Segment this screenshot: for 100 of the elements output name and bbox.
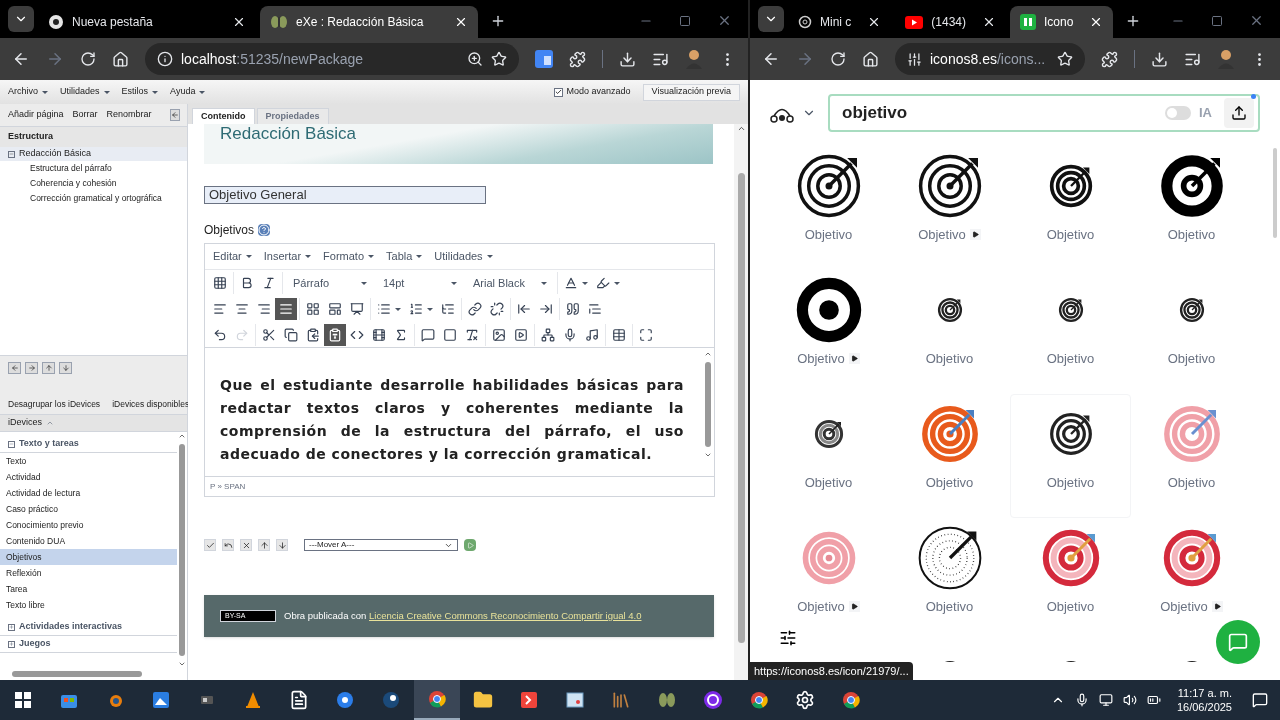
icon-result[interactable]: Objetivo	[1131, 394, 1252, 518]
icon-result[interactable]: Objetivo	[768, 146, 889, 270]
banner-title: Redacción Básica	[220, 124, 357, 143]
idevice-item[interactable]: Conocimiento previo	[0, 517, 177, 533]
title-field[interactable]: Objetivo General	[204, 186, 486, 204]
clock-time: 11:17 a. m.	[1177, 686, 1232, 700]
tab-title: (1434)	[931, 14, 967, 31]
section-label: Objetivos	[204, 222, 255, 239]
idevice-item[interactable]: Actividad de lectura	[0, 485, 177, 501]
panel-tab[interactable]: iDevices disponibles	[112, 397, 190, 411]
element-path: P » SPAN	[210, 480, 246, 493]
editor-menu[interactable]: Insertar	[263, 248, 312, 265]
idevice-item[interactable]: Objetivos	[0, 549, 177, 565]
editor-menu[interactable]: Editar	[213, 248, 252, 265]
browser-tab[interactable]: Nueva pestaña	[38, 6, 256, 38]
icon-label: Objetivo	[925, 350, 974, 368]
panel-header: Estructura	[0, 127, 187, 147]
group-label: Actividades interactivas	[19, 620, 123, 634]
icon-label: Objetivo	[1167, 226, 1216, 244]
icon-label: Objetivo	[925, 598, 974, 616]
browser-tab[interactable]: (1434)	[895, 6, 1007, 38]
idevice-item[interactable]: Texto libre	[0, 597, 177, 613]
icon-result[interactable]: Objetivo	[889, 394, 1010, 518]
font-family-select[interactable]: Arial Black	[465, 272, 555, 294]
outline-action[interactable]: Borrar	[72, 108, 98, 122]
menu-item[interactable]: Ayuda	[170, 85, 206, 99]
url-text: localhost:51235/newPackage	[181, 49, 365, 69]
icon-label: Objetivo	[797, 350, 845, 368]
icon-label: Objetivo	[804, 474, 853, 492]
idevice-item[interactable]: Tarea	[0, 581, 177, 597]
outline-action[interactable]: Renombrar	[106, 108, 152, 122]
license-text: Obra publicada con Licencia Creative Commons Reconocimiento Compartir igual 4.0	[284, 608, 642, 623]
group-header[interactable]: Texto y tareas	[0, 436, 177, 453]
icon-label: Objetivo	[918, 226, 966, 244]
search-field[interactable]: objetivo IA	[828, 94, 1260, 132]
browser-tab[interactable]: eXe : Redacción Básica	[260, 6, 478, 38]
license-link[interactable]: Licencia Creative Commons Reconocimiento Compartir igual 4.0	[369, 609, 642, 621]
tree-node[interactable]: Estructura del párrafo	[0, 161, 187, 176]
idevice-item[interactable]: Reflexión	[0, 565, 177, 581]
icon-result[interactable]: Objetivo	[768, 394, 889, 518]
outline-action[interactable]: Añadir página	[8, 108, 64, 122]
block-format-select[interactable]: Párrafo	[285, 272, 375, 294]
icon-result[interactable]: Objetivo	[1131, 146, 1252, 270]
menu-item[interactable]: Estilos	[121, 85, 159, 99]
icon-result[interactable]: Objetivo	[1131, 270, 1252, 394]
tab-title: Mini c	[820, 14, 852, 31]
editor-menu[interactable]: Tabla	[386, 248, 423, 265]
icon-label: Objetivo	[1167, 474, 1216, 492]
editor-menu[interactable]: Utilidades	[434, 248, 493, 265]
group-label: Juegos	[19, 637, 51, 651]
icon-label: Objetivo	[1046, 598, 1095, 616]
tree-node[interactable]: Coherencia y cohesión	[0, 176, 187, 191]
menu-item[interactable]: Utilidades	[60, 85, 110, 99]
idevice-item[interactable]: Texto	[0, 453, 177, 469]
icon-label: Objetivo	[797, 598, 845, 616]
checkbox-label: Modo avanzado	[566, 85, 631, 99]
address-bar[interactable]: iconos8.es/icons...	[895, 43, 1085, 75]
icon-result[interactable]: Objetivo	[1010, 146, 1131, 270]
icon-result[interactable]: Objetivo	[1010, 394, 1131, 518]
url-text: iconos8.es/icons...	[930, 49, 1047, 69]
icon-result[interactable]: Objetivo	[889, 146, 1010, 270]
idevice-item[interactable]: Contenido DUA	[0, 533, 177, 549]
icon-result[interactable]: Objetivo	[889, 518, 1010, 642]
browser-tab[interactable]: Mini c	[788, 6, 892, 38]
browser-tab[interactable]: Icono	[1010, 6, 1114, 38]
tab-title: eXe : Redacción Básica	[296, 14, 424, 31]
tree-node[interactable]: Redacción Básica	[0, 147, 187, 161]
group-header[interactable]: Actividades interactivas	[0, 619, 177, 636]
address-bar[interactable]: localhost:51235/newPackage	[145, 43, 519, 75]
icon-result[interactable]: Objetivo	[768, 518, 889, 642]
idevice-item[interactable]: Actividad	[0, 469, 177, 485]
panel-tab[interactable]: Desagrupar los iDevices	[8, 397, 101, 411]
icon-result[interactable]: Objetivo	[1131, 518, 1252, 642]
icon-label: Objetivo	[804, 226, 853, 244]
clock-date: 16/06/2025	[1176, 700, 1232, 714]
menu-item[interactable]: Archivo	[8, 85, 48, 99]
content-tab[interactable]: Propiedades	[256, 108, 329, 124]
icon-result[interactable]: Objetivo	[1010, 518, 1131, 642]
font-size-select[interactable]: 14pt	[375, 272, 465, 294]
preview-button[interactable]: Visualización previa	[642, 83, 740, 101]
icon-result[interactable]: Objetivo	[1010, 270, 1131, 394]
idevice-item[interactable]: Caso práctico	[0, 501, 177, 517]
objective-text: Que el estudiante desarrolle habilidades básicas para redactar textos claros y coherentes mediante la comprensión de la estructura del párrafo, el uso adecuado de conectores y la corrección gramatical.	[220, 376, 684, 464]
content-tab[interactable]: Contenido	[192, 108, 255, 124]
editor-menu[interactable]: Formato	[323, 248, 374, 265]
group-label: Texto y tareas	[19, 437, 79, 451]
icon-label: Objetivo	[1046, 226, 1095, 244]
ai-label: IA	[1199, 104, 1212, 123]
tab-title: Icono	[1044, 14, 1074, 31]
group-header[interactable]: Juegos	[0, 636, 177, 653]
move-to-select[interactable]: ---Mover A---	[304, 539, 458, 551]
icon-result[interactable]: Objetivo	[768, 270, 889, 394]
icon-label: Objetivo	[1160, 598, 1208, 616]
icon-label: Objetivo	[1046, 350, 1095, 368]
tab-title: Nueva pestaña	[72, 14, 153, 31]
column-header: iDevices	[8, 416, 42, 430]
icon-label: Objetivo	[1046, 474, 1095, 492]
icon-result[interactable]: Objetivo	[889, 270, 1010, 394]
tree-node[interactable]: Corrección gramatical y ortográfica	[0, 191, 187, 206]
icon-label: Objetivo	[925, 474, 974, 492]
